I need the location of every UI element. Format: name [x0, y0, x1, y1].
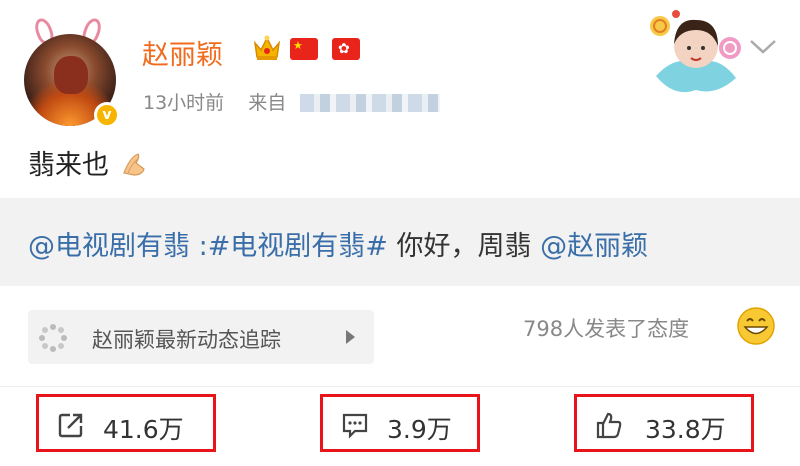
comment-button[interactable]: 3.9万 [320, 394, 480, 452]
pray-hands-emoji-icon [122, 153, 145, 176]
caret-right-icon [346, 330, 355, 344]
blurred-source [300, 94, 441, 112]
post-header: v 赵丽颖 ★ ✿ 13小时前 来自 [0, 0, 800, 128]
loading-dots-icon [39, 324, 67, 352]
chevron-down-icon[interactable] [748, 36, 778, 56]
comment-icon [342, 413, 368, 439]
hong-kong-flag-icon: ✿ [332, 38, 360, 60]
card-decoration-avatar [650, 10, 741, 93]
comment-count: 3.9万 [387, 415, 452, 444]
hashtag-link[interactable]: #电视剧有翡# [208, 231, 388, 262]
mention-link[interactable]: @赵丽颖 [540, 231, 648, 262]
repost-button[interactable]: 41.6万 [36, 394, 216, 452]
share-arrow-icon [58, 413, 83, 438]
flag-star-icon: ★ [293, 39, 303, 52]
post-text: 翡来也 [28, 150, 109, 181]
repost-text: @电视剧有翡 :#电视剧有翡# 你好，周翡 @赵丽颖 [28, 224, 648, 263]
repost-separator: : [190, 231, 208, 262]
like-count: 33.8万 [645, 415, 726, 444]
divider [0, 386, 800, 387]
post-body: 翡来也 [28, 143, 148, 182]
mention-link[interactable]: @电视剧有翡 [28, 231, 190, 262]
author-name[interactable]: 赵丽颖 [142, 33, 223, 72]
repost-body: 你好，周翡 [387, 231, 541, 262]
reposted-content[interactable]: @电视剧有翡 :#电视剧有翡# 你好，周翡 @赵丽颖 [0, 198, 800, 286]
post-time: 13小时前 [143, 92, 225, 114]
like-button[interactable]: 33.8万 [574, 394, 754, 452]
repost-count: 41.6万 [103, 415, 184, 444]
grin-emoji-icon[interactable] [736, 306, 776, 346]
thumbs-up-icon [596, 412, 622, 439]
tracker-label: 赵丽颖最新动态追踪 [92, 328, 281, 352]
verified-badge-icon: v [94, 102, 120, 128]
china-flag-icon: ★ [290, 38, 318, 60]
author-avatar[interactable]: v [16, 16, 120, 128]
source-prefix: 来自 [248, 92, 287, 114]
crown-icon [253, 35, 281, 60]
dynamic-tracker-button[interactable]: 赵丽颖最新动态追踪 [28, 310, 374, 364]
avatar-figure [54, 56, 88, 94]
post-meta: 13小时前 来自 [143, 88, 441, 115]
attitude-count[interactable]: 798人发表了态度 [523, 313, 689, 343]
bauhinia-icon: ✿ [338, 41, 350, 57]
